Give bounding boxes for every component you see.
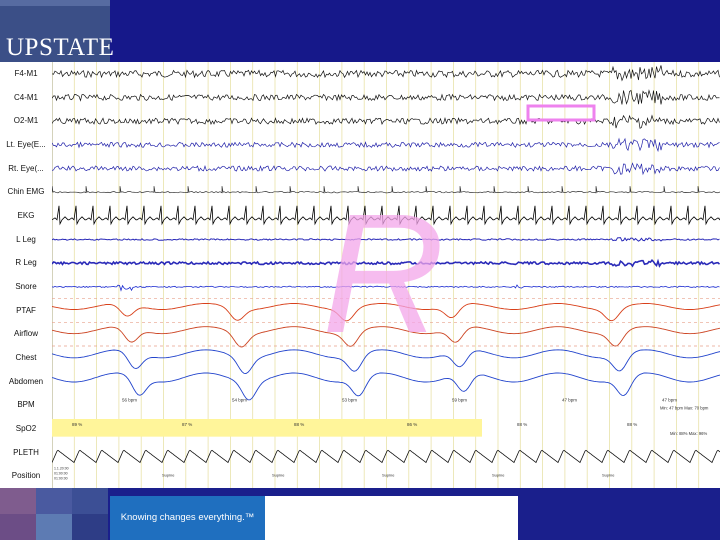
spo2-highlight: [52, 419, 482, 437]
channel-label: Lt. Eye(E...: [6, 139, 46, 149]
trace-f4m1: [52, 65, 720, 82]
position-reading: Supine: [162, 472, 175, 477]
tagline: Knowing changes everything.™: [110, 496, 265, 540]
bpm-reading: 56 bpm: [122, 397, 137, 402]
channel-label: F4-M1: [14, 68, 38, 78]
spo2-reading: 88 %: [627, 422, 637, 427]
channel-label: Snore: [15, 281, 37, 291]
footer-square-5: [36, 514, 72, 540]
trace-left-eye: [52, 137, 720, 153]
spo2-reading: 88 %: [517, 422, 527, 427]
trace-right-eye: [52, 162, 720, 176]
bpm-summary: Min: 47 bpm Max: 70 bpm: [660, 405, 709, 410]
footer-square-3: [72, 488, 108, 514]
spo2-reading: 86 %: [407, 422, 417, 427]
channel-label: Rt. Eye(...: [8, 163, 44, 173]
channel-label: PLETH: [13, 447, 39, 457]
channel-label: Airflow: [13, 329, 38, 339]
bpm-reading: 59 bpm: [452, 397, 467, 402]
spo2-reading: 87 %: [182, 422, 192, 427]
channel-label: SpO2: [15, 423, 37, 433]
position-header: 01:00:00: [54, 476, 68, 480]
position-reading: Supine: [602, 472, 615, 477]
trace-canvas: 56 bpm 54 bpm 53 bpm 59 bpm 47 bpm 47 bpm Min:…: [52, 62, 720, 488]
footer-square-6: [72, 514, 108, 540]
trace-abdomen: [52, 372, 720, 401]
event-marker: [526, 104, 596, 122]
position-header: 1.1.20:00: [54, 466, 69, 470]
channel-label: Chin EMG: [7, 187, 45, 197]
channel-label: R Leg: [15, 258, 37, 268]
position-header: 01:00:00: [54, 471, 68, 475]
footer-squares: [0, 488, 110, 540]
channel-label: Chest: [15, 352, 37, 362]
position-reading: Supine: [492, 472, 505, 477]
trace-c4m1: [52, 89, 720, 105]
overlay-letter: R: [322, 179, 445, 369]
trace-o2m1: [52, 114, 720, 129]
footer-square-4: [0, 514, 36, 540]
position-reading: Supine: [272, 472, 285, 477]
channel-label: C4-M1: [13, 92, 38, 102]
channel-label: L Leg: [16, 234, 36, 244]
channel-label: O2-M1: [13, 116, 39, 126]
spo2-reading: 88 %: [294, 422, 304, 427]
channel-label: Position: [11, 471, 41, 481]
channel-label: EKG: [17, 210, 35, 220]
slide: UPSTATE F4-M1 C4-M1 O2-M1 Lt. Eye(E... Rt. E…: [0, 0, 720, 540]
bpm-reading: 47 bpm: [562, 397, 577, 402]
channel-label: BPM: [17, 400, 35, 410]
channel-label: Abdomen: [8, 376, 44, 386]
position-reading: Supine: [382, 472, 395, 477]
upstate-logo: UPSTATE: [6, 34, 115, 61]
corner-stripe: [0, 0, 110, 6]
spo2-reading: 89 %: [72, 422, 82, 427]
bpm-reading: 47 bpm: [662, 397, 677, 402]
bpm-reading: 53 bpm: [342, 397, 357, 402]
polysomnogram: F4-M1 C4-M1 O2-M1 Lt. Eye(E... Rt. Eye(... Ch…: [0, 62, 720, 488]
channel-label: PTAF: [16, 305, 36, 315]
trace-pleth: [52, 449, 720, 464]
spo2-summary: Min: 88% Max: 96%: [670, 431, 708, 436]
footer-square-2: [36, 488, 72, 514]
bpm-reading: 54 bpm: [232, 397, 247, 402]
channel-labels: F4-M1 C4-M1 O2-M1 Lt. Eye(E... Rt. Eye(... Ch…: [0, 62, 53, 488]
footer-square-1: [0, 488, 36, 514]
